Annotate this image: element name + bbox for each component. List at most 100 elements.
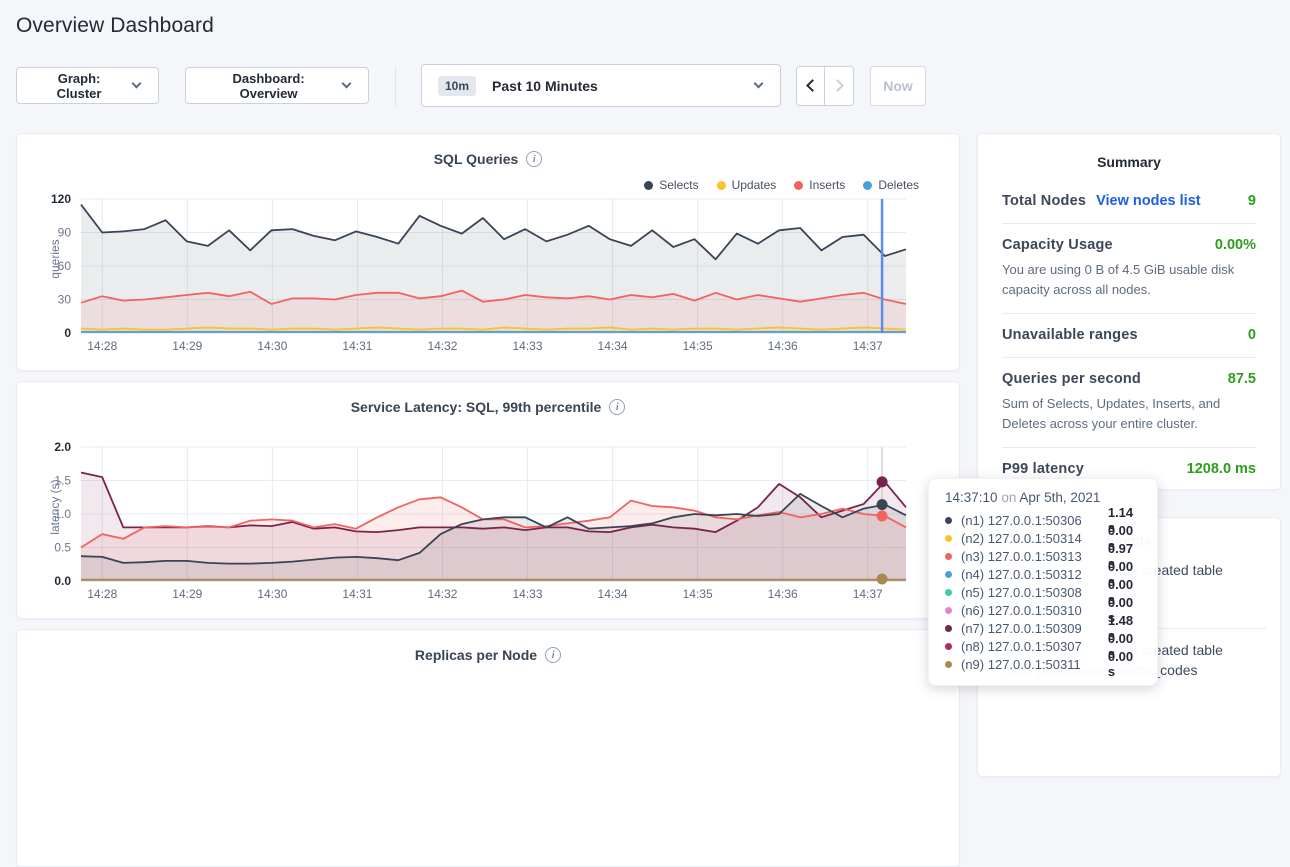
svg-text:14:28: 14:28 (87, 587, 117, 601)
svg-text:0.0: 0.0 (54, 574, 71, 588)
legend-color-dot (794, 181, 803, 190)
series-color-dot (945, 571, 952, 578)
p99-latency-value: 1208.0 ms (1187, 461, 1256, 477)
svg-text:14:30: 14:30 (257, 339, 287, 353)
capacity-value: 0.00% (1215, 237, 1256, 253)
info-icon[interactable]: i (526, 151, 542, 167)
series-color-dot (945, 517, 952, 524)
graph-dropdown-label: Graph: Cluster (35, 71, 123, 101)
series-color-dot (945, 589, 952, 596)
time-step-buttons (796, 66, 854, 106)
svg-text:14:37: 14:37 (853, 339, 883, 353)
unavailable-ranges-label: Unavailable ranges (1002, 327, 1138, 343)
toolbar: Graph: Cluster Dashboard: Overview 10m P… (16, 64, 926, 107)
time-range-badge: 10m (438, 76, 476, 96)
qps-label: Queries per second (1002, 371, 1141, 387)
summary-header: Summary (1002, 148, 1256, 180)
info-icon[interactable]: i (609, 399, 625, 415)
svg-text:14:31: 14:31 (342, 339, 372, 353)
svg-text:14:32: 14:32 (427, 339, 457, 353)
summary-row-unavailable: Unavailable ranges 0 (1002, 313, 1256, 357)
p99-latency-label: P99 latency (1002, 461, 1084, 477)
legend-item[interactable]: Deletes (863, 178, 919, 192)
node-address: (n4) 127.0.0.1:50312 (961, 567, 1108, 582)
legend-item[interactable]: Inserts (794, 178, 845, 192)
legend-label: Updates (732, 178, 777, 192)
legend-label: Selects (659, 178, 698, 192)
series-color-dot (945, 643, 952, 650)
node-address: (n9) 127.0.0.1:50311 (961, 657, 1108, 672)
series-color-dot (945, 607, 952, 614)
replicas-title: Replicas per Node (415, 647, 537, 663)
chevron-down-icon (342, 79, 352, 89)
tooltip-rows: (n1) 127.0.0.1:503061.14 s(n2) 127.0.0.1… (945, 511, 1143, 673)
legend-label: Deletes (878, 178, 919, 192)
node-address: (n5) 127.0.0.1:50308 (961, 585, 1108, 600)
capacity-subtext: You are using 0 B of 4.5 GiB usable disk… (1002, 260, 1256, 299)
time-range-picker[interactable]: 10m Past 10 Minutes (421, 64, 781, 107)
dashboard-dropdown[interactable]: Dashboard: Overview (185, 67, 369, 104)
svg-text:14:36: 14:36 (768, 587, 798, 601)
legend-color-dot (644, 181, 653, 190)
chevron-down-icon (132, 79, 142, 89)
tooltip-row: (n9) 127.0.0.1:503110.00 s (945, 655, 1143, 673)
series-color-dot (945, 661, 952, 668)
svg-text:14:30: 14:30 (257, 587, 287, 601)
info-icon[interactable]: i (545, 647, 561, 663)
replicas-panel: Replicas per Node i (16, 629, 960, 867)
node-address: (n7) 127.0.0.1:50309 (961, 621, 1108, 636)
y-axis-label: queries (48, 199, 62, 319)
svg-text:14:35: 14:35 (683, 339, 713, 353)
service-latency-title: Service Latency: SQL, 99th percentile (351, 399, 602, 415)
legend-item[interactable]: Updates (717, 178, 777, 192)
sql-queries-title: SQL Queries (434, 151, 519, 167)
chevron-right-icon (831, 79, 844, 92)
y-axis-label: latency (s) (48, 447, 62, 567)
view-nodes-list-link[interactable]: View nodes list (1096, 193, 1201, 209)
service-latency-panel: Service Latency: SQL, 99th percentile i … (16, 381, 960, 619)
graph-dropdown[interactable]: Graph: Cluster (16, 67, 159, 104)
qps-value: 87.5 (1228, 371, 1256, 387)
svg-text:14:33: 14:33 (513, 587, 543, 601)
node-address: (n6) 127.0.0.1:50310 (961, 603, 1108, 618)
svg-text:14:34: 14:34 (598, 587, 628, 601)
page-title: Overview Dashboard (16, 14, 214, 38)
summary-row-capacity: Capacity Usage 0.00% You are using 0 B o… (1002, 223, 1256, 313)
svg-text:14:32: 14:32 (427, 587, 457, 601)
node-latency-value: 0.00 s (1108, 649, 1143, 679)
capacity-label: Capacity Usage (1002, 237, 1113, 253)
sql-queries-chart[interactable]: 030609012014:2814:2914:3014:3114:3214:33… (17, 134, 961, 372)
svg-text:14:34: 14:34 (598, 339, 628, 353)
time-range-label: Past 10 Minutes (492, 78, 598, 94)
node-address: (n8) 127.0.0.1:50307 (961, 639, 1108, 654)
unavailable-ranges-value: 0 (1248, 327, 1256, 343)
svg-text:14:36: 14:36 (768, 339, 798, 353)
svg-text:14:31: 14:31 (342, 587, 372, 601)
service-latency-chart[interactable]: 0.00.51.01.52.014:2814:2914:3014:3114:32… (17, 382, 961, 620)
svg-text:0: 0 (64, 326, 71, 340)
time-step-forward-button[interactable] (825, 66, 854, 106)
svg-text:14:35: 14:35 (683, 587, 713, 601)
summary-row-total-nodes: Total Nodes View nodes list 9 (1002, 180, 1256, 223)
legend-item[interactable]: Selects (644, 178, 698, 192)
summary-row-qps: Queries per second 87.5 Sum of Selects, … (1002, 357, 1256, 447)
dashboard-dropdown-label: Dashboard: Overview (204, 71, 333, 101)
svg-text:14:29: 14:29 (172, 339, 202, 353)
legend-color-dot (717, 181, 726, 190)
summary-panel: Summary Total Nodes View nodes list 9 Ca… (977, 133, 1281, 490)
qps-subtext: Sum of Selects, Updates, Inserts, and De… (1002, 394, 1256, 433)
now-button[interactable]: Now (870, 66, 926, 106)
total-nodes-value: 9 (1248, 193, 1256, 209)
total-nodes-label: Total Nodes (1002, 193, 1086, 209)
svg-text:14:33: 14:33 (513, 339, 543, 353)
node-address: (n1) 127.0.0.1:50306 (961, 513, 1108, 528)
time-step-back-button[interactable] (796, 66, 825, 106)
svg-text:14:29: 14:29 (172, 587, 202, 601)
legend-color-dot (863, 181, 872, 190)
legend-label: Inserts (809, 178, 845, 192)
charts-column: SQL Queries i Selects Updates Inserts Delet… (16, 133, 960, 867)
svg-text:14:37: 14:37 (853, 587, 883, 601)
series-color-dot (945, 625, 952, 632)
tooltip-timestamp: 14:37:10 on Apr 5th, 2021 (945, 490, 1143, 505)
sql-queries-panel: SQL Queries i Selects Updates Inserts Delet… (16, 133, 960, 371)
